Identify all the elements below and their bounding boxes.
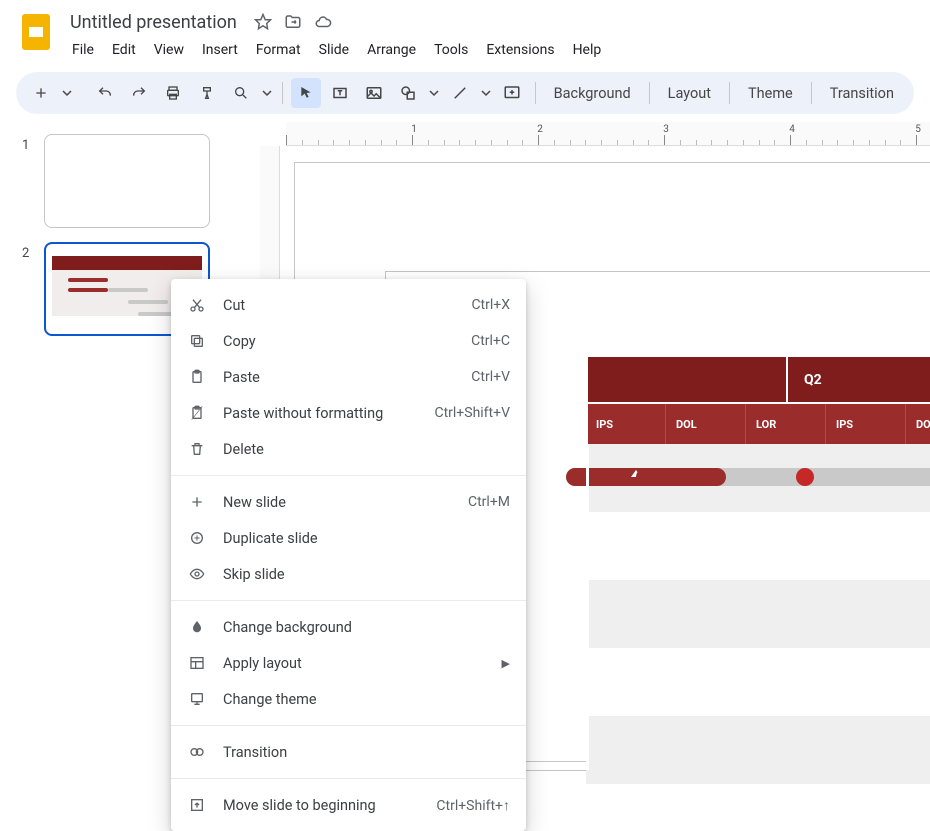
menu-insert[interactable]: Insert	[194, 38, 246, 62]
menu-arrange[interactable]: Arrange	[359, 38, 424, 62]
shape-dropdown[interactable]	[427, 78, 441, 108]
line-dropdown[interactable]	[479, 78, 493, 108]
cm-skip-slide[interactable]: Skip slide	[171, 556, 526, 592]
shape-button[interactable]	[393, 78, 423, 108]
toolbar-separator	[811, 82, 812, 104]
layout-icon	[187, 653, 207, 673]
paste-plain-icon	[187, 403, 207, 423]
zoom-button[interactable]	[226, 78, 256, 108]
cm-paste[interactable]: Paste Ctrl+V	[171, 359, 526, 395]
new-slide-dropdown[interactable]	[60, 78, 74, 108]
cm-delete[interactable]: Delete	[171, 431, 526, 467]
copy-icon	[187, 331, 207, 351]
slides-logo	[16, 12, 56, 52]
theme-icon	[187, 689, 207, 709]
toolbar-separator	[282, 82, 283, 104]
cm-move-to-beginning[interactable]: Move slide to beginning Ctrl+Shift+↑	[171, 787, 526, 823]
slide-context-menu: Cut Ctrl+X Copy Ctrl+C Paste Ctrl+V Past…	[171, 279, 526, 831]
print-button[interactable]	[158, 78, 188, 108]
move-up-icon	[187, 795, 207, 815]
cm-change-background[interactable]: Change background	[171, 609, 526, 645]
slide-number: 1	[22, 134, 44, 153]
move-folder-icon[interactable]	[283, 12, 303, 32]
slide-thumbnail-1[interactable]	[44, 134, 210, 228]
context-menu-separator	[171, 725, 526, 726]
cm-change-theme[interactable]: Change theme	[171, 681, 526, 717]
trash-icon	[187, 439, 207, 459]
horizontal-ruler: 1 2 3 4 5	[286, 122, 930, 146]
textbox-button[interactable]	[325, 78, 355, 108]
line-button[interactable]	[445, 78, 475, 108]
paste-icon	[187, 367, 207, 387]
cm-paste-without-formatting[interactable]: Paste without formatting Ctrl+Shift+V	[171, 395, 526, 431]
toolbar: Background Layout Theme Transition	[16, 72, 914, 114]
transition-icon	[187, 742, 207, 762]
plus-icon	[187, 492, 207, 512]
document-title[interactable]: Untitled presentation	[64, 10, 243, 35]
toolbar-separator	[535, 82, 536, 104]
slide-number: 2	[22, 242, 44, 261]
quarter-label: Q2	[786, 357, 930, 402]
cm-transition[interactable]: Transition	[171, 734, 526, 770]
comment-button[interactable]	[497, 78, 527, 108]
select-tool-button[interactable]	[291, 78, 321, 108]
context-menu-separator	[171, 475, 526, 476]
cm-duplicate-slide[interactable]: Duplicate slide	[171, 520, 526, 556]
month-label: DO	[906, 404, 930, 444]
menu-tools[interactable]: Tools	[426, 38, 476, 62]
redo-button[interactable]	[124, 78, 154, 108]
app-header: Untitled presentation File Edit View Ins…	[0, 0, 930, 62]
cm-cut[interactable]: Cut Ctrl+X	[171, 287, 526, 323]
drop-icon	[187, 617, 207, 637]
toolbar-separator	[649, 82, 650, 104]
menu-format[interactable]: Format	[248, 38, 309, 62]
cm-copy[interactable]: Copy Ctrl+C	[171, 323, 526, 359]
cm-new-slide[interactable]: New slide Ctrl+M	[171, 484, 526, 520]
new-slide-button[interactable]	[26, 78, 56, 108]
background-button[interactable]: Background	[544, 85, 641, 102]
undo-button[interactable]	[90, 78, 120, 108]
menu-file[interactable]: File	[64, 38, 102, 62]
menu-view[interactable]: View	[146, 38, 192, 62]
menu-slide[interactable]: Slide	[311, 38, 357, 62]
month-label: DOL	[666, 404, 746, 444]
context-menu-separator	[171, 600, 526, 601]
paint-format-button[interactable]	[192, 78, 222, 108]
cut-icon	[187, 295, 207, 315]
star-icon[interactable]	[253, 12, 273, 32]
menu-bar: File Edit View Insert Format Slide Arran…	[64, 38, 609, 62]
layout-button[interactable]: Layout	[658, 85, 721, 102]
cloud-status-icon[interactable]	[313, 12, 333, 32]
image-button[interactable]	[359, 78, 389, 108]
context-menu-separator	[171, 778, 526, 779]
month-label: IPS	[586, 404, 666, 444]
menu-edit[interactable]: Edit	[104, 38, 144, 62]
cm-apply-layout[interactable]: Apply layout ▶	[171, 645, 526, 681]
toolbar-separator	[729, 82, 730, 104]
duplicate-icon	[187, 528, 207, 548]
theme-button[interactable]: Theme	[738, 85, 803, 102]
menu-extensions[interactable]: Extensions	[478, 38, 562, 62]
transition-button[interactable]: Transition	[820, 85, 904, 102]
chevron-right-icon: ▶	[502, 657, 510, 670]
eye-icon	[187, 564, 207, 584]
menu-help[interactable]: Help	[565, 38, 610, 62]
zoom-dropdown[interactable]	[260, 78, 274, 108]
month-label: IPS	[826, 404, 906, 444]
